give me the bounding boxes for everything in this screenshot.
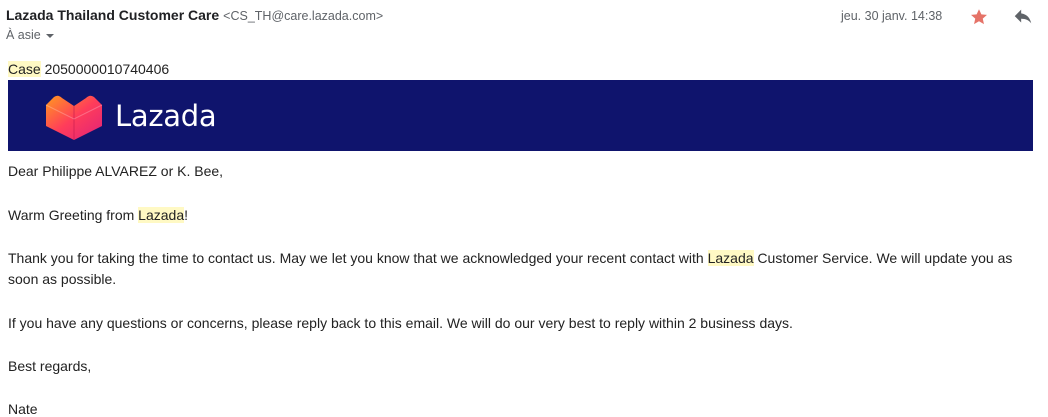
reply-icon[interactable] [1011, 6, 1035, 28]
email-header: Lazada Thailand Customer Care <CS_TH@care… [6, 6, 1048, 46]
warm-greeting-prefix: Warm Greeting from [8, 207, 139, 223]
brand-highlight: Lazada [138, 207, 185, 223]
paragraph-1-suffix: Customer Service. We will update you as [753, 250, 1013, 266]
paragraph-1-line-2: soon as possible. [8, 271, 117, 287]
recipient-label: À asie [6, 28, 41, 42]
warm-greeting: Warm Greeting from Lazada! [8, 207, 188, 223]
lazada-logo-text: Lazada [115, 99, 217, 133]
recipient-details-toggle[interactable]: À asie [6, 28, 54, 42]
lazada-logo-icon [45, 95, 103, 140]
sender-line: Lazada Thailand Customer Care <CS_TH@care… [6, 7, 383, 23]
warm-greeting-suffix: ! [184, 207, 188, 223]
case-number: 2050000010740406 [44, 61, 170, 77]
paragraph-2: If you have any questions or concerns, p… [8, 315, 793, 331]
star-icon[interactable] [968, 6, 990, 28]
sender-name[interactable]: Lazada Thailand Customer Care [6, 7, 219, 23]
greeting: Dear Philippe ALVAREZ or K. Bee, [8, 163, 224, 179]
lazada-banner: Lazada [8, 80, 1033, 151]
paragraph-1-prefix: Thank you for taking the time to contact… [8, 250, 708, 266]
paragraph-1-line-1: Thank you for taking the time to contact… [8, 250, 1012, 266]
case-line: Case 2050000010740406 [8, 61, 169, 77]
signature: Nate [8, 401, 38, 417]
case-word: Case [8, 61, 41, 77]
brand-highlight: Lazada [707, 250, 754, 266]
closing: Best regards, [8, 358, 92, 374]
sender-email: <CS_TH@care.lazada.com> [223, 9, 384, 23]
email-date: jeu. 30 janv. 14:38 [841, 9, 943, 23]
chevron-down-icon [45, 33, 54, 38]
